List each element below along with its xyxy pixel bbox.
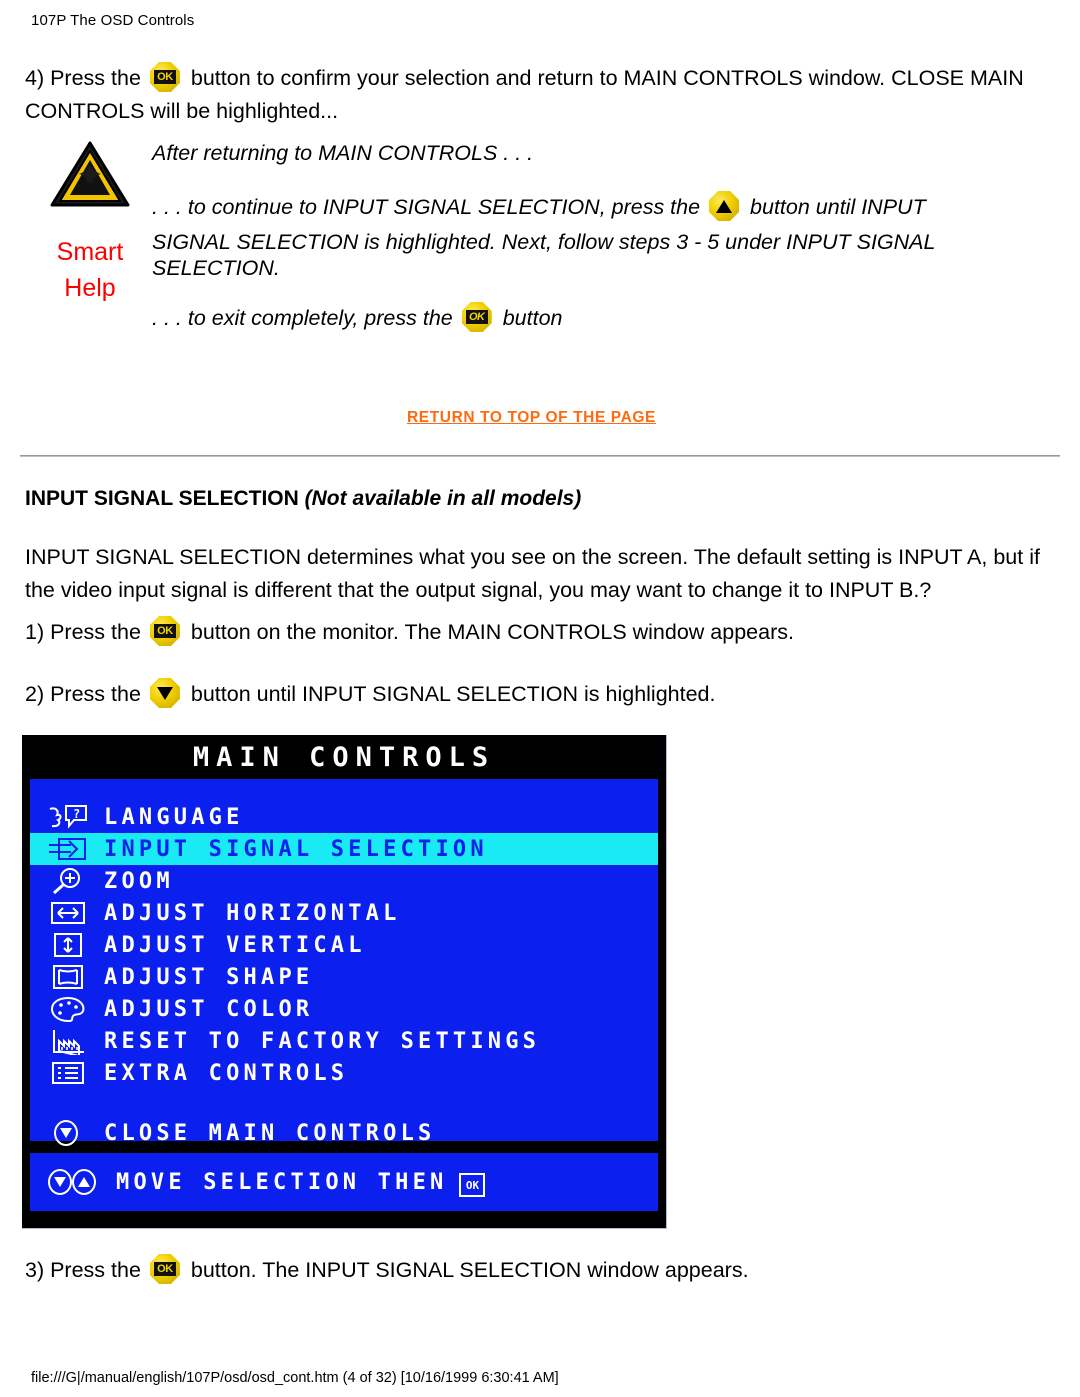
adjust-vertical-icon: [46, 930, 92, 960]
reset-factory-icon: [46, 1026, 92, 1056]
osd-ok-badge-label: OK: [465, 1178, 480, 1192]
osd-item-close-main-controls[interactable]: CLOSE MAIN CONTROLS: [30, 1111, 658, 1155]
smart-help-note-2: . . . to continue to INPUT SIGNAL SELECT…: [152, 190, 1052, 224]
osd-item-label: RESET TO FACTORY SETTINGS: [104, 1028, 541, 1054]
horizontal-divider: [20, 455, 1060, 457]
smart-help-note-1: After returning to MAIN CONTROLS . . .: [152, 141, 534, 165]
smart-help-label: Smart Help: [40, 234, 140, 306]
osd-footer-hint: MOVE SELECTION THEN OK: [30, 1153, 658, 1211]
step-1-prefix: 1) Press the: [25, 620, 141, 644]
smart-help-line2: Help: [64, 274, 116, 302]
osd-item-label: ADJUST VERTICAL: [104, 932, 366, 958]
down-arrow-button-icon[interactable]: [149, 678, 183, 710]
step-2-prefix: 2) Press the: [25, 682, 141, 706]
step-1-paragraph: 1) Press the OK button on the monitor. T…: [25, 616, 1065, 649]
triangle-up-icon: [716, 199, 733, 213]
osd-item-label: CLOSE MAIN CONTROLS: [104, 1120, 436, 1146]
osd-ok-badge-icon: OK: [459, 1173, 486, 1197]
zoom-magnifier-plus-icon: [46, 866, 92, 896]
ok-badge-label: OK: [153, 70, 176, 84]
osd-item-input-signal-selection[interactable]: INPUT SIGNAL SELECTION: [30, 833, 658, 865]
adjust-shape-icon: [46, 962, 92, 992]
osd-item-adjust-shape[interactable]: ADJUST SHAPE: [30, 961, 658, 993]
osd-top-spacer: [30, 779, 658, 801]
triangle-down-icon: [156, 686, 173, 700]
page-root: 107P The OSD Controls 4) Press the OK bu…: [0, 0, 1080, 1397]
section-body-line-2: the video input signal is different that…: [25, 578, 932, 602]
step-1-suffix: button on the monitor. The MAIN CONTROLS…: [190, 620, 794, 644]
osd-item-extra-controls[interactable]: EXTRA CONTROLS: [30, 1057, 658, 1089]
osd-item-label: ADJUST COLOR: [104, 996, 314, 1022]
section-body: INPUT SIGNAL SELECTION determines what y…: [25, 541, 1065, 607]
ok-badge-label: OK: [153, 624, 176, 638]
osd-item-label: ZOOM: [104, 868, 174, 894]
ok-badge-label: OK: [465, 310, 488, 324]
note-5-text-b: button: [502, 306, 563, 330]
adjust-horizontal-icon: [46, 898, 92, 928]
ok-button-icon-step3[interactable]: OK: [149, 1254, 183, 1286]
ok-button-icon-exit[interactable]: OK: [461, 302, 495, 334]
ok-badge-label: OK: [153, 1262, 176, 1276]
osd-item-reset-to-factory-settings[interactable]: RESET TO FACTORY SETTINGS: [30, 1025, 658, 1057]
osd-item-label: MOVE SELECTION THEN: [116, 1169, 448, 1195]
osd-item-label: ADJUST HORIZONTAL: [104, 900, 401, 926]
osd-item-label: LANGUAGE: [104, 804, 244, 830]
osd-item-label: INPUT SIGNAL SELECTION: [104, 836, 488, 862]
osd-main-controls-panel: MAIN CONTROLS ? LANGUAGE INPUT SIGNAL SE…: [22, 735, 667, 1229]
extra-controls-list-icon: [46, 1058, 92, 1088]
ok-button-icon-step1[interactable]: OK: [149, 616, 183, 648]
page-header-title: 107P The OSD Controls: [31, 12, 195, 29]
osd-item-adjust-vertical[interactable]: ADJUST VERTICAL: [30, 929, 658, 961]
note-2-text-a: . . . to continue to INPUT SIGNAL SELECT…: [152, 195, 701, 219]
step-4-paragraph: 4) Press the OK button to confirm your s…: [25, 62, 1060, 128]
svg-text:?: ?: [73, 807, 84, 821]
step-3-prefix: 3) Press the: [25, 1258, 141, 1282]
note-2-text-b: button until INPUT: [750, 195, 926, 219]
osd-title: MAIN CONTROLS: [192, 741, 496, 773]
step-3-suffix: button. The INPUT SIGNAL SELECTION windo…: [190, 1258, 749, 1282]
ok-button-icon[interactable]: OK: [149, 62, 183, 94]
osd-item-zoom[interactable]: ZOOM: [30, 865, 658, 897]
note-5-text-a: . . . to exit completely, press the: [152, 306, 453, 330]
return-to-top-link[interactable]: RETURN TO TOP OF THE PAGE: [407, 409, 656, 427]
language-person-question-icon: ?: [46, 802, 92, 832]
smart-help-note-5: . . . to exit completely, press the OK b…: [152, 301, 1052, 335]
osd-menu-list: ? LANGUAGE INPUT SIGNAL SELECTION ZOOM A…: [30, 779, 658, 1146]
move-updown-arrows-icon: [46, 1167, 104, 1197]
step-2-suffix: button until INPUT SIGNAL SELECTION is h…: [190, 682, 716, 706]
section-heading-bold: INPUT SIGNAL SELECTION: [25, 487, 305, 510]
input-signal-arrow-icon: [46, 834, 92, 864]
osd-item-label: EXTRA CONTROLS: [104, 1060, 349, 1086]
smart-help-line1: Smart: [56, 238, 124, 266]
osd-item-adjust-color[interactable]: ADJUST COLOR: [30, 993, 658, 1025]
up-arrow-button-icon[interactable]: [708, 191, 742, 223]
close-down-arrow-icon: [46, 1118, 92, 1148]
osd-item-adjust-horizontal[interactable]: ADJUST HORIZONTAL: [30, 897, 658, 929]
warning-triangle-icon: [48, 139, 132, 211]
osd-item-language[interactable]: ? LANGUAGE: [30, 801, 658, 833]
section-heading: INPUT SIGNAL SELECTION (Not available in…: [25, 487, 581, 511]
smart-help-note-4: SELECTION.: [152, 256, 280, 280]
osd-move-selection-hint: MOVE SELECTION THEN OK: [30, 1153, 658, 1211]
osd-item-label: ADJUST SHAPE: [104, 964, 314, 990]
section-heading-italic: (Not available in all models): [304, 487, 582, 510]
step-4-prefix: 4) Press the: [25, 66, 141, 90]
section-body-line-1: INPUT SIGNAL SELECTION determines what y…: [25, 545, 1040, 569]
footer-file-url: file:///G|/manual/english/107P/osd/osd_c…: [31, 1370, 559, 1386]
step-3-paragraph: 3) Press the OK button. The INPUT SIGNAL…: [25, 1254, 1065, 1287]
adjust-color-palette-icon: [46, 994, 92, 1024]
step-2-paragraph: 2) Press the button until INPUT SIGNAL S…: [25, 678, 1065, 711]
